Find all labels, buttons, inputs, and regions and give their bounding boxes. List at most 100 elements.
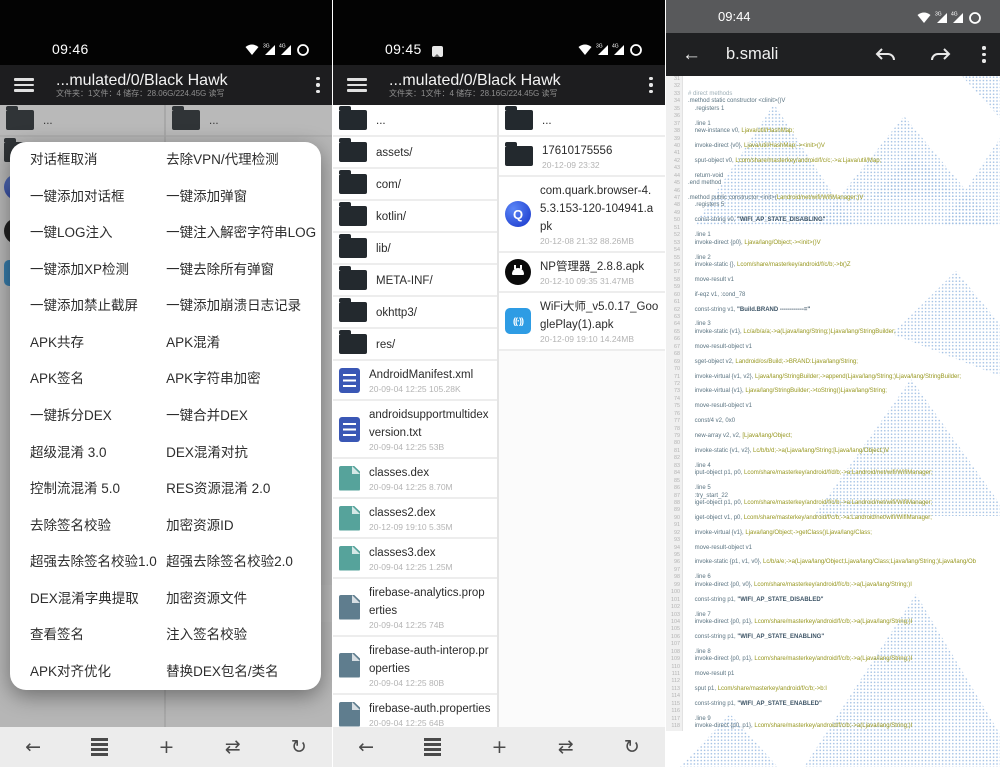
file-meta: 20-09-04 12:25 64B (369, 718, 491, 727)
code-editor[interactable]: 313233# direct methods34.method static c… (666, 76, 1000, 767)
menu-item[interactable]: 一键添加崩溃日志记录 (166, 298, 321, 314)
line-number: 79 (666, 433, 683, 440)
menu-item[interactable]: 一键拆分DEX (30, 408, 156, 424)
menu-item[interactable]: 一键添加XP检测 (30, 262, 156, 278)
back-icon[interactable]: ← (25, 738, 41, 757)
folder-icon (339, 206, 367, 226)
menu-item[interactable]: 替换DEX包名/类名 (166, 664, 321, 680)
battery-circle-icon (298, 45, 308, 55)
refresh-icon[interactable]: ↻ (624, 738, 640, 757)
menu-item[interactable]: APK对齐优化 (30, 664, 156, 680)
file-name: AndroidManifest.xml (369, 369, 473, 381)
hamburger-menu-icon[interactable] (14, 78, 34, 91)
menu-item[interactable]: 一键添加弹窗 (166, 189, 321, 205)
overflow-menu-icon[interactable] (982, 44, 986, 64)
menu-item[interactable]: APK混淆 (166, 335, 321, 351)
line-number: 61 (666, 299, 683, 306)
menu-item[interactable]: 去除签名校验 (30, 518, 156, 534)
menu-item[interactable]: 一键去除所有弹窗 (166, 262, 321, 278)
file-meta: 20-09-04 12:25 1.25M (369, 562, 491, 573)
file-name: kotlin/ (376, 211, 406, 223)
file-row[interactable]: kotlin/ (333, 201, 497, 233)
menu-item[interactable]: 对话框取消 (30, 152, 156, 168)
overflow-menu-icon[interactable] (649, 75, 653, 95)
file-row[interactable]: firebase-auth-interop.properties20-09-04… (333, 637, 497, 695)
menu-item[interactable]: DEX混淆字典提取 (30, 591, 156, 607)
file-row[interactable]: META-INF/ (333, 265, 497, 297)
file-slate-icon (339, 595, 360, 620)
back-arrow-icon[interactable]: ← (682, 44, 722, 66)
file-row[interactable]: lib/ (333, 233, 497, 265)
file-row[interactable]: com/ (333, 169, 497, 201)
menu-item[interactable]: RES资源混淆 2.0 (166, 481, 321, 497)
menu-item[interactable]: 去除VPN/代理检测 (166, 152, 321, 168)
menu-item[interactable]: 加密资源文件 (166, 591, 321, 607)
file-row[interactable]: firebase-analytics.properties20-09-04 12… (333, 579, 497, 637)
line-number: 50 (666, 217, 683, 224)
file-row[interactable]: NP管理器_2.8.8.apk20-12-10 09:35 31.47MB (499, 253, 665, 293)
file-teal-icon (339, 546, 360, 571)
file-row[interactable]: androidsupportmultidexversion.txt20-09-0… (333, 401, 497, 459)
status-icons: 3G 4G (577, 41, 647, 57)
menu-item[interactable]: APK共存 (30, 335, 156, 351)
code-line: 41 (666, 150, 1000, 157)
list-icon[interactable] (91, 738, 108, 756)
menu-item[interactable]: 控制流混淆 5.0 (30, 481, 156, 497)
line-number: 32 (666, 83, 683, 90)
line-number: 62 (666, 307, 683, 314)
code-line: 54 (666, 247, 1000, 254)
menu-item[interactable]: 一键LOG注入 (30, 225, 156, 241)
transfer-icon[interactable]: ⇄ (225, 738, 241, 757)
line-number: 82 (666, 455, 683, 462)
status-bar: 09:46 3G 4G (0, 0, 332, 65)
back-icon[interactable]: ← (358, 738, 374, 757)
file-row[interactable]: ((·))WiFi大师_v5.0.17_GooglePlay(1).apk20-… (499, 293, 665, 351)
menu-item[interactable]: 一键注入解密字符串LOG (166, 225, 321, 241)
transfer-icon[interactable]: ⇄ (558, 738, 574, 757)
file-row[interactable]: assets/ (333, 137, 497, 169)
file-meta: 20-12-09 19:10 14.24MB (540, 334, 659, 345)
add-icon[interactable]: + (159, 738, 175, 757)
menu-item[interactable]: 超强去除签名校验1.0 (30, 554, 156, 570)
redo-icon[interactable] (928, 47, 952, 63)
undo-icon[interactable] (874, 47, 898, 63)
line-number: 101 (666, 597, 683, 604)
file-row[interactable]: okhttp3/ (333, 297, 497, 329)
menu-item[interactable]: 一键添加对话框 (30, 189, 156, 205)
file-row[interactable]: ... (499, 105, 665, 137)
menu-item[interactable]: APK签名 (30, 371, 156, 387)
svg-text:4G: 4G (951, 11, 958, 17)
file-row[interactable]: 1761017555620-12-09 23:32 (499, 137, 665, 177)
menu-item[interactable]: APK字符串加密 (166, 371, 321, 387)
menu-item[interactable]: DEX混淆对抗 (166, 445, 321, 461)
file-meta: 20-09-04 12:25 8.70M (369, 482, 491, 493)
file-row[interactable]: Qcom.quark.browser-4.5.3.153-120-104941.… (499, 177, 665, 253)
menu-item[interactable]: 注入签名校验 (166, 627, 321, 643)
menu-item[interactable]: 加密资源ID (166, 518, 321, 534)
file-row[interactable]: classes2.dex20-12-09 19:10 5.35M (333, 499, 497, 539)
menu-item[interactable]: 超级混淆 3.0 (30, 445, 156, 461)
add-icon[interactable]: + (492, 738, 508, 757)
code-line: 76 (666, 411, 1000, 418)
code-line: 32 (666, 83, 1000, 90)
menu-item[interactable]: 一键添加禁止截屏 (30, 298, 156, 314)
folder-icon (505, 110, 533, 130)
list-icon[interactable] (424, 738, 441, 756)
hamburger-menu-icon[interactable] (347, 78, 367, 91)
status-bar: 09:44 3G 4G (666, 0, 1000, 33)
file-row[interactable]: ... (333, 105, 497, 137)
line-number: 88 (666, 500, 683, 507)
refresh-icon[interactable]: ↻ (291, 738, 307, 757)
file-row[interactable]: classes3.dex20-09-04 12:25 1.25M (333, 539, 497, 579)
file-row[interactable]: res/ (333, 329, 497, 361)
bottom-bar-middle: ← + ⇄ ↻ (333, 727, 665, 767)
file-row[interactable]: AndroidManifest.xml20-09-04 12:25 105.28… (333, 361, 497, 401)
menu-item[interactable]: 超强去除签名校验2.0 (166, 554, 321, 570)
line-number: 93 (666, 537, 683, 544)
menu-item[interactable]: 查看签名 (30, 627, 156, 643)
file-row[interactable]: firebase-auth.properties20-09-04 12:25 6… (333, 695, 497, 727)
menu-item[interactable]: 一键合并DEX (166, 408, 321, 424)
file-row[interactable]: classes.dex20-09-04 12:25 8.70M (333, 459, 497, 499)
menu-column-b: 去除VPN/代理检测一键添加弹窗一键注入解密字符串LOG 一键去除所有弹窗一键添加… (156, 152, 321, 680)
overflow-menu-icon[interactable] (316, 75, 320, 95)
